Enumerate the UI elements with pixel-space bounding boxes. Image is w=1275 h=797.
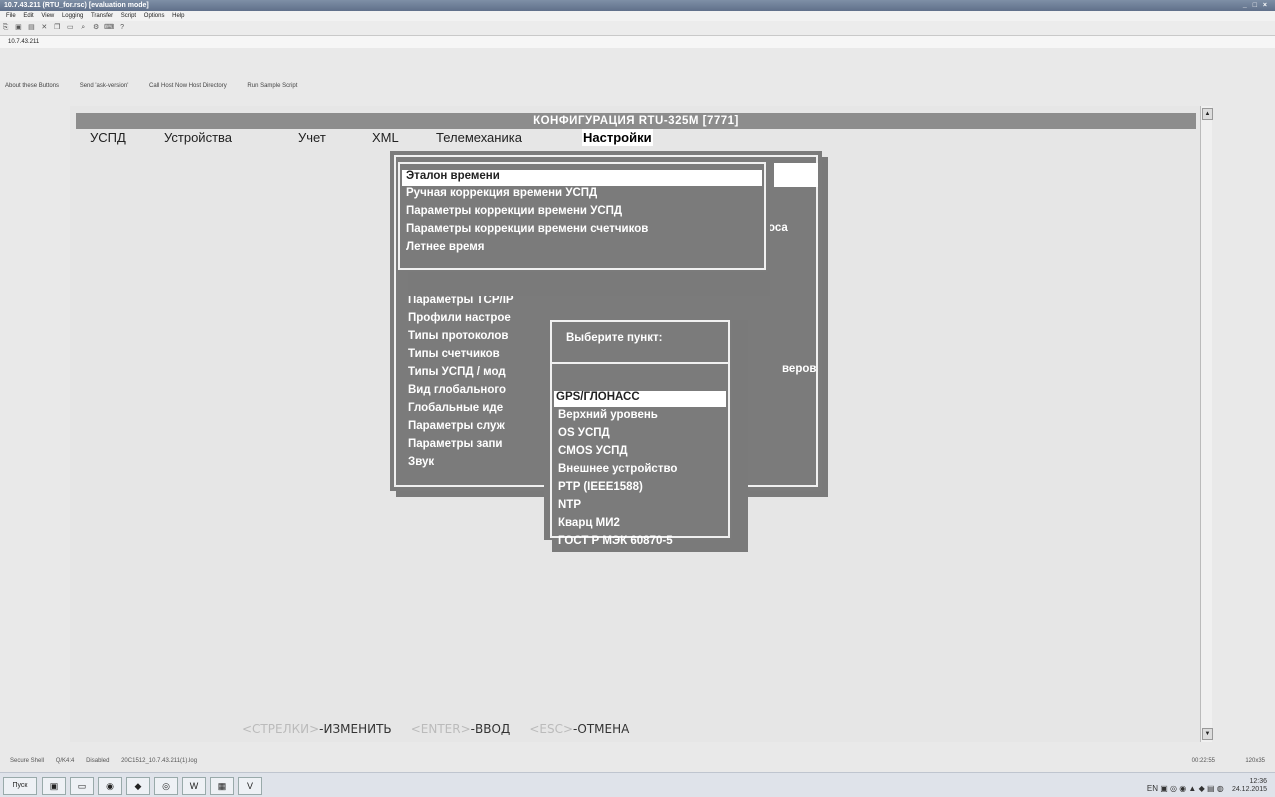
time-item-summer-time[interactable]: Летнее время bbox=[406, 241, 484, 253]
source-item-ptp[interactable]: PTP (IEEE1588) bbox=[558, 481, 643, 493]
config-title: КОНФИГУРАЦИЯ RTU-325M [7771] bbox=[76, 113, 1196, 129]
word-icon[interactable]: W bbox=[182, 777, 206, 795]
start-button[interactable]: Пуск bbox=[3, 777, 37, 795]
source-item-upper-level[interactable]: Верхний уровень bbox=[558, 409, 658, 421]
hint-esc-action: -ОТМЕНА bbox=[573, 722, 630, 736]
settings-item-uspd-types[interactable]: Типы УСПД / мод bbox=[408, 366, 506, 378]
source-item-quartz[interactable]: Кварц МИ2 bbox=[558, 517, 620, 529]
settings-overflow-text: оса bbox=[768, 222, 788, 234]
menu-help[interactable]: Help bbox=[172, 13, 184, 19]
scroll-down-arrow-icon[interactable]: ▼ bbox=[1202, 728, 1213, 740]
time-item-uspd-correction[interactable]: Параметры коррекции времени УСПД bbox=[406, 205, 622, 217]
session-tab-bar: 10.7.43.211 bbox=[0, 36, 1275, 48]
settings-icon[interactable]: ⚙ bbox=[91, 21, 102, 35]
app-statusbar: Secure Shell Q/K4:4 Disabled 20C1512_10.… bbox=[0, 755, 1275, 768]
button-bar: About these Buttons Send 'ask-version' C… bbox=[0, 80, 1275, 92]
status-size: 120x35 bbox=[1245, 758, 1265, 764]
session-tab[interactable]: 10.7.43.211 bbox=[8, 39, 39, 45]
status-logfile: 20C1512_10.7.43.211(1).log bbox=[121, 758, 198, 764]
select-dialog-title: Выберите пункт: bbox=[566, 332, 663, 344]
key-hints: <СТРЕЛКИ>-ИЗМЕНИТЬ <ENTER>-ВВОД <ESC>-ОТ… bbox=[242, 722, 629, 736]
copy-icon[interactable]: ❐ bbox=[52, 21, 63, 35]
media-icon[interactable]: ◎ bbox=[154, 777, 178, 795]
disconnect-icon[interactable]: ✕ bbox=[39, 21, 50, 35]
help-icon[interactable]: ? bbox=[117, 21, 128, 35]
source-item-os[interactable]: OS УСПД bbox=[558, 427, 610, 439]
system-tray: EN ▣ ◎ ◉ ▲ ◆ ▤ ◍ 12:36 24.12.2015 bbox=[1147, 778, 1267, 794]
print-icon[interactable]: ▤ bbox=[26, 21, 37, 35]
app-menubar: File Edit View Logging Transfer Script O… bbox=[0, 11, 1275, 21]
menu-logging[interactable]: Logging bbox=[62, 13, 83, 19]
keymap-icon[interactable]: ⌨ bbox=[104, 21, 115, 35]
find-icon[interactable]: ⌕ bbox=[78, 21, 89, 35]
hint-enter-action: -ВВОД bbox=[470, 722, 511, 736]
settings-item-profiles[interactable]: Профили настрое bbox=[408, 312, 511, 324]
menu-transfer[interactable]: Transfer bbox=[91, 13, 113, 19]
source-item-cmos[interactable]: CMOS УСПД bbox=[558, 445, 628, 457]
browser-icon[interactable]: ◉ bbox=[98, 777, 122, 795]
menu-settings[interactable]: Настройки bbox=[582, 129, 653, 146]
explorer-icon[interactable]: ▣ bbox=[42, 777, 66, 795]
window-controls[interactable]: _ □ × bbox=[1243, 0, 1269, 11]
source-item-gost[interactable]: ГОСТ Р МЭК 60870-5 bbox=[558, 535, 673, 547]
window-title: 10.7.43.211 (RTU_for.rsc) [evaluation mo… bbox=[4, 2, 149, 9]
menu-devices[interactable]: Устройства bbox=[164, 129, 232, 146]
source-item-gps[interactable]: GPS/ГЛОНАСС bbox=[554, 391, 726, 407]
time-menu: Эталон времени Ручная коррекция времени … bbox=[396, 160, 768, 272]
settings-item-record-params[interactable]: Параметры запи bbox=[408, 438, 502, 450]
time-item-meter-correction[interactable]: Параметры коррекции времени счетчиков bbox=[406, 223, 648, 235]
status-cursor: Q/K4:4 bbox=[55, 758, 75, 764]
save-icon[interactable]: ▣ bbox=[13, 21, 24, 35]
settings-item-service-params[interactable]: Параметры служ bbox=[408, 420, 505, 432]
menu-script[interactable]: Script bbox=[121, 13, 136, 19]
time-item-reference[interactable]: Эталон времени bbox=[402, 170, 762, 186]
menu-accounting[interactable]: Учет bbox=[298, 129, 326, 146]
menu-xml[interactable]: XML bbox=[372, 129, 399, 146]
hint-enter-key: <ENTER> bbox=[410, 722, 471, 736]
source-item-external[interactable]: Внешнее устройство bbox=[558, 463, 677, 475]
clock-time[interactable]: 12:36 bbox=[1249, 778, 1267, 785]
status-elapsed: 00:22:55 bbox=[1191, 758, 1215, 764]
settings-item-protocol-types[interactable]: Типы протоколов bbox=[408, 330, 508, 342]
settings-item-meter-types[interactable]: Типы счетчиков bbox=[408, 348, 500, 360]
clock-date[interactable]: 24.12.2015 bbox=[1232, 786, 1267, 793]
settings-item-global-view[interactable]: Вид глобального bbox=[408, 384, 506, 396]
scroll-up-arrow-icon[interactable]: ▲ bbox=[1202, 108, 1213, 120]
menu-edit[interactable]: Edit bbox=[23, 13, 33, 19]
window-titlebar: 10.7.43.211 (RTU_for.rsc) [evaluation mo… bbox=[0, 0, 1275, 11]
hint-arrows-key: <СТРЕЛКИ> bbox=[242, 722, 320, 736]
time-item-manual-correction[interactable]: Ручная коррекция времени УСПД bbox=[406, 187, 597, 199]
tray-icons[interactable]: EN ▣ ◎ ◉ ▲ ◆ ▤ ◍ bbox=[1147, 784, 1224, 793]
terminal-scrollbar[interactable]: ▲ ▼ bbox=[1200, 106, 1213, 742]
paste-icon[interactable]: ▭ bbox=[65, 21, 76, 35]
folder-icon[interactable]: ▭ bbox=[70, 777, 94, 795]
terminal-app-icon[interactable]: V bbox=[238, 777, 262, 795]
settings-overflow-text: веров bbox=[782, 363, 817, 375]
select-dialog: Выберите пункт: GPS/ГЛОНАСС Верхний уров… bbox=[544, 314, 732, 547]
image-icon[interactable]: ▦ bbox=[210, 777, 234, 795]
button-bar-item[interactable]: Send 'ask-version' bbox=[80, 83, 129, 89]
hint-arrows-action: -ИЗМЕНИТЬ bbox=[319, 722, 392, 736]
app-toolbar: ⎘ ▣ ▤ ✕ ❐ ▭ ⌕ ⚙ ⌨ ? bbox=[0, 21, 1275, 36]
menu-options[interactable]: Options bbox=[144, 13, 165, 19]
status-state: Disabled bbox=[86, 758, 110, 764]
menu-file[interactable]: File bbox=[6, 13, 16, 19]
button-bar-item[interactable]: Run Sample Script bbox=[247, 83, 297, 89]
button-bar-item[interactable]: Call Host Now Host Directory bbox=[149, 83, 227, 89]
hint-esc-key: <ESC> bbox=[529, 722, 574, 736]
status-protocol: Secure Shell bbox=[10, 758, 45, 764]
menu-view[interactable]: View bbox=[41, 13, 54, 19]
button-bar-item[interactable]: About these Buttons bbox=[5, 83, 59, 89]
menu-uspd[interactable]: УСПД bbox=[90, 129, 126, 146]
terminal-main-menu: УСПД Устройства Учет XML Телемеханика На… bbox=[76, 129, 1196, 146]
source-item-ntp[interactable]: NTP bbox=[558, 499, 581, 511]
connect-icon[interactable]: ⎘ bbox=[0, 21, 11, 35]
menu-telemechanics[interactable]: Телемеханика bbox=[436, 129, 522, 146]
app-icon[interactable]: ◆ bbox=[126, 777, 150, 795]
settings-item-global-ids[interactable]: Глобальные иде bbox=[408, 402, 503, 414]
os-taskbar: Пуск ▣ ▭ ◉ ◆ ◎ W ▦ V EN ▣ ◎ ◉ ▲ ◆ ▤ ◍ 12… bbox=[0, 772, 1275, 797]
settings-item-sound[interactable]: Звук bbox=[408, 456, 434, 468]
